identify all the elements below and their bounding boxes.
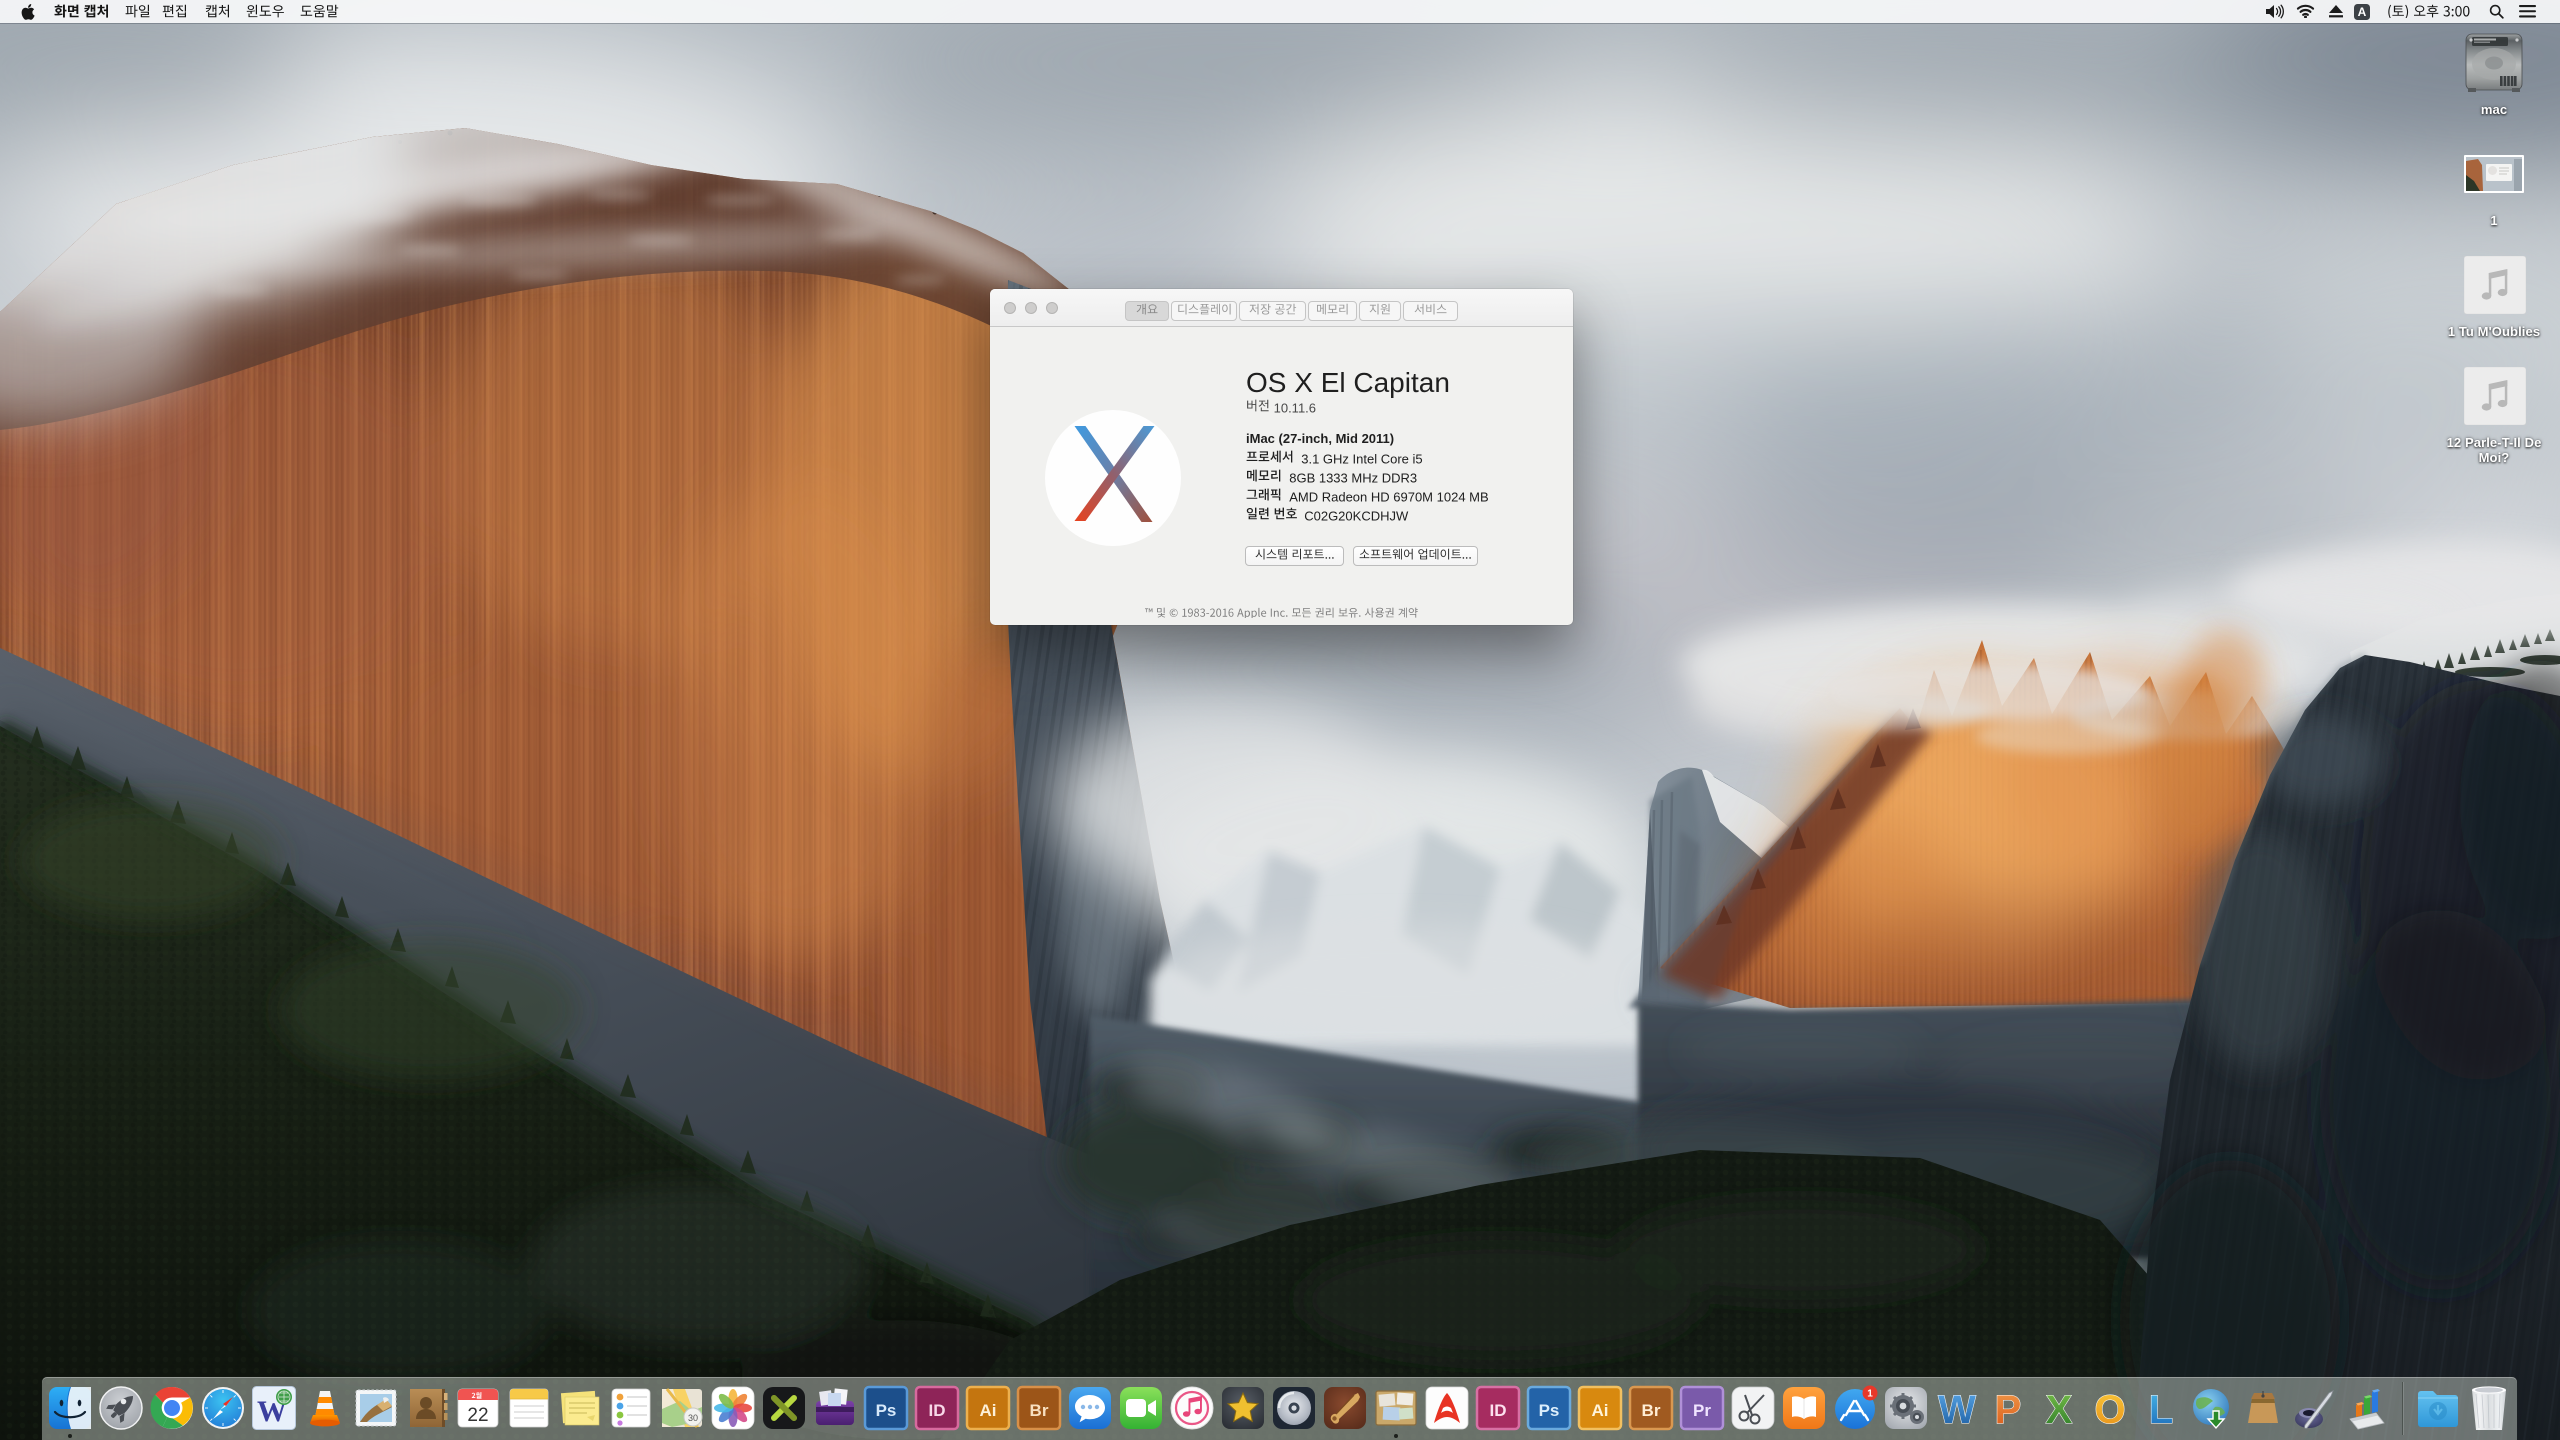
svg-text:ID: ID [929,1401,946,1420]
svg-text:Ai: Ai [980,1401,997,1420]
svg-text:30: 30 [688,1413,698,1423]
svg-text:Br: Br [1642,1401,1661,1420]
svg-text:W: W [1938,1388,1976,1431]
svg-text:Ai: Ai [1592,1401,1609,1420]
svg-text:Ps: Ps [876,1401,897,1420]
svg-text:P: P [1995,1388,2022,1431]
svg-text:L: L [2149,1388,2173,1431]
svg-text:O: O [2094,1388,2125,1431]
svg-text:1: 1 [1867,1389,1873,1400]
svg-text:X: X [2046,1388,2073,1431]
svg-text:Br: Br [1030,1401,1049,1420]
svg-text:ID: ID [1490,1401,1507,1420]
svg-text:22: 22 [467,1405,488,1426]
svg-text:Ps: Ps [1539,1401,1560,1420]
svg-text:Pr: Pr [1693,1401,1711,1420]
